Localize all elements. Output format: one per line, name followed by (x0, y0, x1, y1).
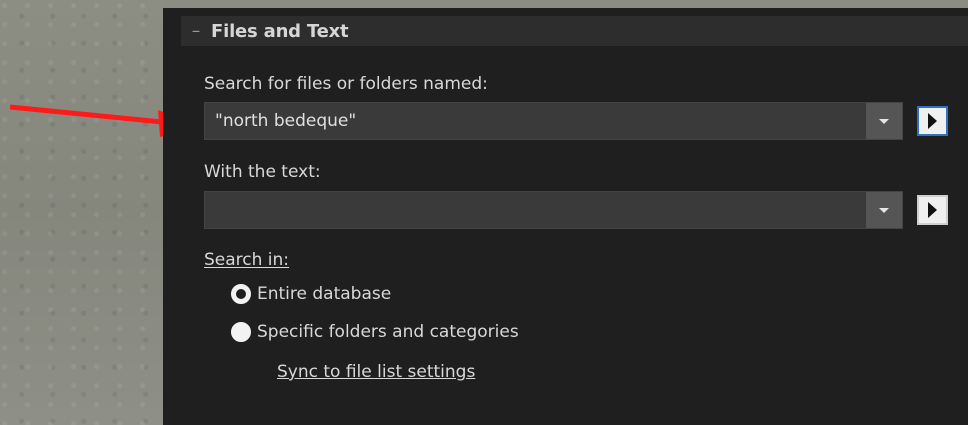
radio-entire-database[interactable]: Entire database (231, 284, 391, 304)
search-files-label: Search for files or folders named: (204, 74, 488, 94)
radio-label-specific-folders[interactable]: Specific folders and categories (257, 322, 519, 342)
background-texture (0, 0, 163, 425)
search-files-combobox[interactable]: "north bedeque" (204, 102, 903, 140)
radio-label-entire-database[interactable]: Entire database (257, 284, 391, 304)
radio-specific-folders[interactable]: Specific folders and categories (231, 322, 519, 342)
chevron-down-icon (879, 207, 889, 213)
section-header-files-and-text[interactable]: – Files and Text (181, 16, 968, 46)
sync-file-list-link[interactable]: Sync to file list settings (277, 362, 475, 382)
collapse-icon[interactable]: – (181, 17, 211, 45)
with-text-dropdown-button[interactable] (866, 192, 902, 228)
with-text-combobox[interactable] (204, 191, 903, 229)
search-in-label: Search in: (204, 250, 290, 270)
search-panel: – Files and Text Search for files or fol… (163, 8, 968, 425)
background-strip (163, 0, 968, 8)
radio-button-selected[interactable] (231, 284, 251, 304)
search-files-value[interactable]: "north bedeque" (215, 111, 356, 131)
with-text-label: With the text: (204, 162, 321, 182)
chevron-down-icon (879, 118, 889, 124)
search-files-go-button[interactable] (917, 106, 948, 136)
play-arrow-icon (928, 202, 937, 218)
radio-button-unselected[interactable] (231, 322, 251, 342)
search-files-dropdown-button[interactable] (866, 103, 902, 139)
with-text-go-button[interactable] (917, 195, 948, 225)
play-arrow-icon (928, 113, 937, 129)
section-title: Files and Text (211, 20, 349, 42)
